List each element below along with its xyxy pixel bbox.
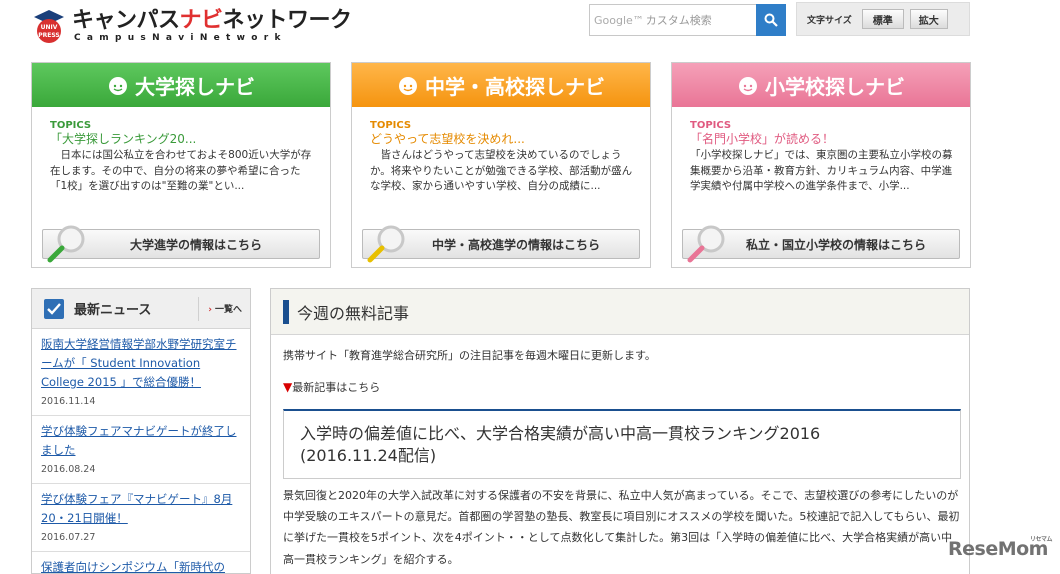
elementary-navi-box: 小学校探しナビ TOPICS 「名門小学校」が読める！ 「小学校探しナビ」では、…: [671, 62, 971, 268]
search-icon: [764, 13, 778, 27]
smiley-face-icon: [109, 77, 127, 95]
university-navi-title: 大学探しナビ: [135, 74, 255, 99]
resemom-watermark: ReseMom リセマム: [948, 536, 1052, 560]
search-input[interactable]: Google™ カスタム検索: [589, 4, 756, 36]
search-placeholder: カスタム検索: [645, 14, 712, 27]
elementary-navi-header[interactable]: 小学校探しナビ: [672, 63, 970, 107]
junior-high-navi-box: 中学・高校探しナビ TOPICS どうやって志望校を決めれ... 皆さんはどうや…: [351, 62, 651, 268]
university-navi-box: 大学探しナビ TOPICS 「大学探しランキング20... 日本には国公私立を合…: [31, 62, 331, 268]
chevron-right-icon: ›: [208, 305, 212, 315]
article-title-box[interactable]: 入学時の偏差値に比べ、大学合格実績が高い中高一貫校ランキング2016 (2016…: [283, 409, 961, 479]
topics-label: TOPICS: [690, 120, 732, 131]
svg-text:UNIV: UNIV: [41, 24, 58, 31]
junior-high-navi-header[interactable]: 中学・高校探しナビ: [352, 63, 650, 107]
article-date: (2016.11.24配信): [300, 446, 437, 465]
article-body: 景気回復と2020年の大学入試改革に対する保護者の不安を背景に、私立中人気が高ま…: [283, 489, 960, 566]
list-item: 学び体験フェアマナビゲートが終了しました 2016.08.24: [32, 416, 250, 484]
font-size-standard-button[interactable]: 標準: [861, 9, 904, 29]
free-articles-panel: 今週の無料記事 携帯サイト「教育進学総合研究所」の注目記事を毎週木曜日に更新しま…: [270, 288, 970, 574]
site-logo[interactable]: UNIV PRESS キャンパスナビネットワーク CampusNaviNetwo…: [30, 6, 352, 46]
news-link[interactable]: 学び体験フェアマナビゲートが終了しました: [41, 422, 240, 460]
topic-title-link[interactable]: どうやって志望校を決めれ...: [370, 132, 636, 147]
latest-news-panel: 最新ニュース › 一覧へ 阪南大学経営情報学部水野学研究室チームが「 Studen…: [31, 288, 251, 574]
topic-title-link[interactable]: 「名門小学校」が読める！: [690, 132, 956, 147]
topics-label: TOPICS: [50, 120, 92, 131]
logo-english: CampusNaviNetwork: [74, 33, 287, 43]
junior-high-info-button-label: 中学・高校進学の情報はこちら: [431, 237, 600, 252]
latest-article-link[interactable]: ▼最新記事はこちら: [283, 379, 380, 395]
university-info-button[interactable]: 大学進学の情報はこちら: [42, 225, 320, 263]
free-articles-lead: 携帯サイト「教育進学総合研究所」の注目記事を毎週木曜日に更新します。: [283, 349, 656, 362]
magnifier-icon: [47, 225, 85, 263]
font-size-switcher: 文字サイズ 標準 拡大: [796, 2, 970, 36]
magnifier-icon: [367, 225, 405, 263]
elementary-navi-title: 小学校探しナビ: [765, 74, 905, 99]
header-divider: [198, 297, 199, 321]
elementary-info-button-label: 私立・国立小学校の情報はこちら: [745, 237, 926, 252]
google-mark: Google™: [594, 13, 644, 27]
latest-news-title: 最新ニュース: [74, 303, 152, 318]
free-articles-header: 今週の無料記事: [271, 289, 969, 335]
triangle-down-icon: ▼: [283, 380, 293, 394]
topic-title-link[interactable]: 「大学探しランキング20...: [50, 132, 316, 147]
topic-text: 「小学校探しナビ」では、東京圏の主要私立小学校の募集概要から沿革・教育方針、カリ…: [690, 149, 953, 193]
list-item: 阪南大学経営情報学部水野学研究室チームが「 Student Innovation…: [32, 329, 250, 416]
magnifier-icon: [687, 225, 725, 263]
topic-text: 日本には国公私立を合わせておよそ800近い大学が存在します。その中で、自分の将来…: [50, 149, 312, 193]
article-title: 入学時の偏差値に比べ、大学合格実績が高い中高一貫校ランキング2016: [300, 424, 821, 443]
news-link[interactable]: 保護者向けシンポジウム「新時代の: [41, 558, 240, 573]
topics-label: TOPICS: [370, 120, 412, 131]
smiley-face-icon: [739, 77, 757, 95]
list-item: 学び体験フェア『マナビゲート』8月20・21日開催！ 2016.07.27: [32, 484, 250, 552]
custom-search: Google™ カスタム検索: [589, 4, 786, 36]
junior-high-navi-title: 中学・高校探しナビ: [425, 74, 605, 99]
news-date: 2016.07.27: [41, 532, 96, 543]
university-navi-header[interactable]: 大学探しナビ: [32, 63, 330, 107]
univ-press-emblem-icon: UNIV PRESS: [34, 10, 64, 43]
heading-accent-bar: [283, 299, 289, 324]
free-articles-title: 今週の無料記事: [297, 303, 410, 323]
checkmark-icon: [44, 298, 64, 319]
topic-text: 皆さんはどうやって志望校を決めているのでしょうか。将来やりたいことが勉強できる学…: [370, 149, 633, 193]
news-date: 2016.11.14: [41, 396, 96, 407]
font-size-large-button[interactable]: 拡大: [909, 9, 948, 29]
latest-news-header: 最新ニュース › 一覧へ: [32, 289, 250, 329]
svg-text:PRESS: PRESS: [38, 32, 60, 39]
news-link[interactable]: 学び体験フェア『マナビゲート』8月20・21日開催！: [41, 490, 240, 528]
elementary-info-button[interactable]: 私立・国立小学校の情報はこちら: [682, 225, 960, 263]
logo-japanese: キャンパスナビネットワーク: [72, 8, 352, 33]
search-button[interactable]: [756, 4, 786, 36]
news-link[interactable]: 阪南大学経営情報学部水野学研究室チームが「 Student Innovation…: [41, 335, 240, 392]
news-list-link[interactable]: › 一覧へ: [208, 302, 242, 315]
junior-high-info-button[interactable]: 中学・高校進学の情報はこちら: [362, 225, 640, 263]
news-date: 2016.08.24: [41, 464, 96, 475]
university-info-button-label: 大学進学の情報はこちら: [129, 237, 262, 252]
smiley-face-icon: [399, 77, 417, 95]
font-size-label: 文字サイズ: [807, 15, 852, 26]
list-item: 保護者向けシンポジウム「新時代の: [32, 552, 250, 573]
